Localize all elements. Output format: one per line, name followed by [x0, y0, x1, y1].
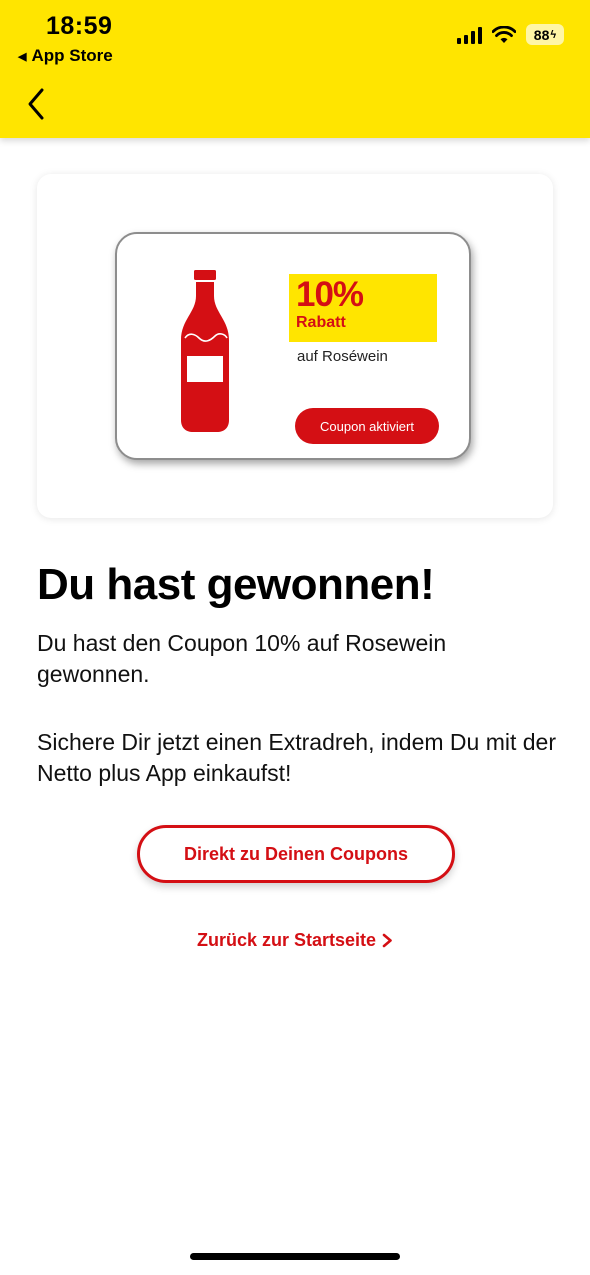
back-to-home-link[interactable]: Zurück zur Startseite	[0, 930, 590, 951]
won-message: Du hast den Coupon 10% auf Rosewein gewo…	[37, 630, 447, 687]
wine-bottle-icon	[181, 270, 229, 432]
charging-bolt-icon: ϟ	[550, 28, 557, 41]
app-header: 18:59 ◀ App Store 88 ϟ	[0, 0, 590, 138]
discount-label: Rabatt	[296, 314, 346, 331]
coupon-card[interactable]: 10% Rabatt auf Roséwein Coupon aktiviert	[115, 232, 471, 460]
back-to-app-store[interactable]: ◀ App Store	[18, 46, 113, 66]
back-to-home-label: Zurück zur Startseite	[196, 930, 377, 950]
wifi-icon	[492, 25, 516, 43]
discount-badge: 10% Rabatt	[289, 274, 437, 342]
status-icons: 88 ϟ	[457, 24, 564, 45]
extra-spin-message: Sichere Dir jetzt einen Extradreh, indem…	[37, 729, 556, 786]
coupon-product: auf Roséwein	[297, 348, 388, 365]
home-indicator[interactable]	[190, 1253, 400, 1260]
chevron-right-icon	[382, 933, 392, 948]
page-title: Du hast gewonnen!	[37, 560, 435, 609]
back-app-label: App Store	[31, 46, 113, 65]
go-to-coupons-button[interactable]: Direkt zu Deinen Coupons	[137, 825, 455, 883]
triangle-left-icon: ◀	[18, 50, 27, 63]
chevron-left-icon[interactable]	[22, 86, 52, 122]
coupon-activated-button[interactable]: Coupon aktiviert	[295, 408, 439, 444]
battery-charging-icon: 88 ϟ	[526, 24, 564, 45]
discount-percent: 10%	[296, 275, 364, 314]
cellular-signal-icon	[457, 26, 482, 44]
battery-level: 88	[533, 26, 550, 43]
status-time: 18:59	[46, 12, 113, 40]
